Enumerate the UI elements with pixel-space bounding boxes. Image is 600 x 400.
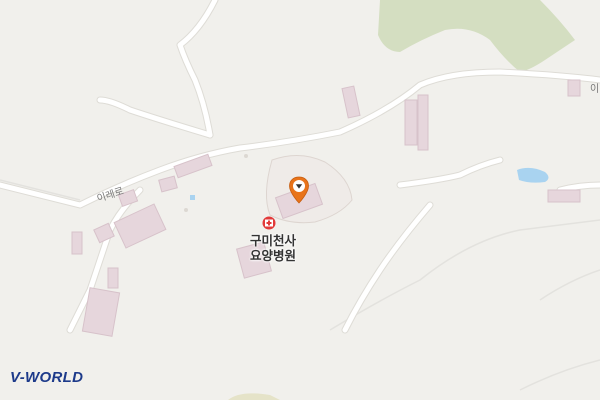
poi-name-label[interactable]: 구미천사 요양병원 — [228, 233, 318, 263]
building — [341, 85, 361, 119]
poi-name-line2: 요양병원 — [249, 248, 296, 263]
water-small — [190, 195, 195, 200]
hospital-icon[interactable] — [262, 216, 276, 230]
building — [567, 79, 581, 97]
road-label-partial: 이 — [590, 84, 600, 95]
building — [547, 189, 581, 203]
building — [404, 99, 418, 146]
water-pond — [517, 167, 549, 183]
building — [107, 267, 119, 289]
vworld-logo: V-WORLD — [10, 369, 84, 386]
building — [71, 231, 83, 255]
location-pin-icon[interactable] — [288, 176, 310, 204]
map-canvas[interactable]: 이레로 이 구미천사 요양병원 V-WORLD — [0, 0, 600, 400]
green-area — [378, 0, 575, 72]
building — [417, 94, 429, 151]
building — [158, 175, 178, 193]
poi-name-line1: 구미천사 — [249, 233, 296, 248]
